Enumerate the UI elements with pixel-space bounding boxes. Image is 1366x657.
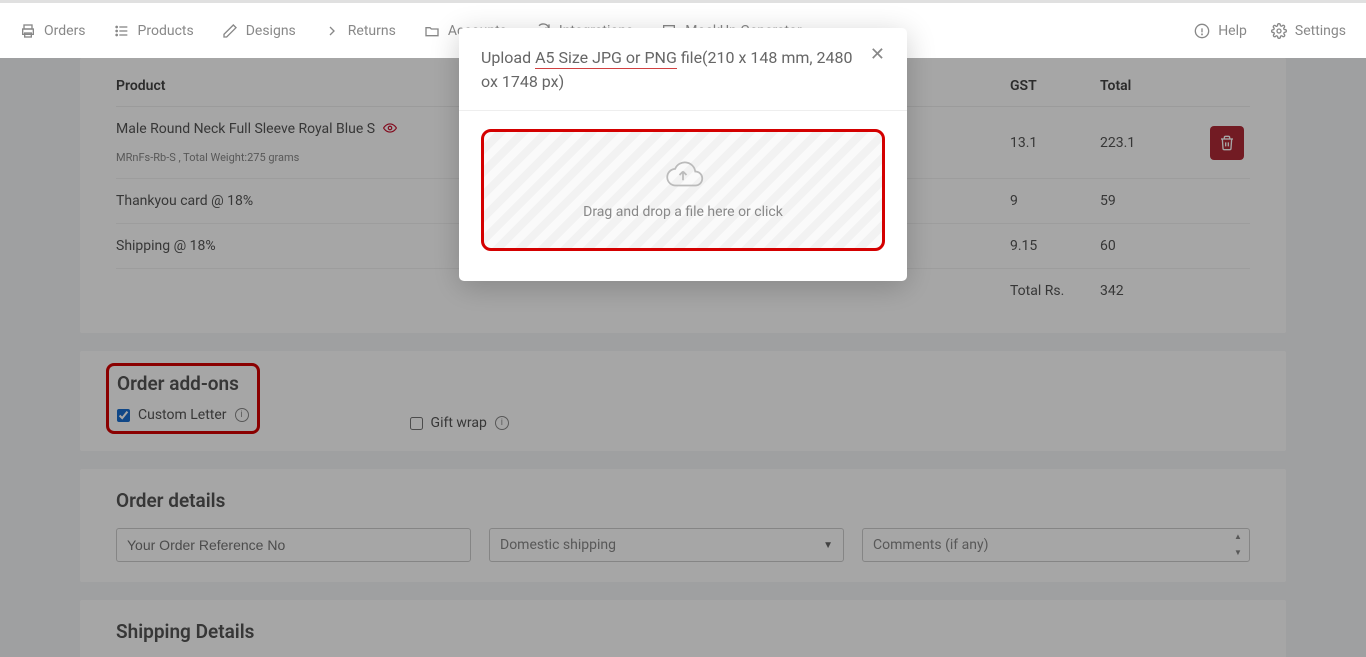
nav-returns[interactable]: Returns bbox=[324, 23, 396, 39]
comments-placeholder: Comments (if any) bbox=[873, 537, 988, 553]
list-icon bbox=[114, 23, 130, 39]
highlight-addons: Order add-ons Custom Letter i bbox=[106, 363, 260, 434]
addons-title: Order add-ons bbox=[117, 372, 249, 395]
cell-gst: 13.1 bbox=[1010, 135, 1100, 151]
header-total: Total bbox=[1100, 78, 1210, 94]
footer-label: Total Rs. bbox=[1010, 283, 1100, 299]
info-icon[interactable]: i bbox=[495, 416, 509, 430]
info-icon[interactable]: i bbox=[235, 408, 249, 422]
cloud-upload-icon bbox=[662, 160, 704, 194]
cell-total: 60 bbox=[1100, 238, 1210, 254]
shipping-panel: Shipping Details bbox=[80, 600, 1286, 657]
nav-label: Designs bbox=[246, 23, 296, 39]
folder-icon bbox=[424, 23, 440, 39]
cell-gst: 9 bbox=[1010, 193, 1100, 209]
chevron-down-icon: ▼ bbox=[823, 540, 833, 551]
nav-label: Orders bbox=[44, 23, 86, 39]
shipping-type-select[interactable]: Domestic shipping ▼ bbox=[489, 528, 844, 562]
header-gst: GST bbox=[1010, 78, 1100, 94]
textarea-resize-handle[interactable]: ▲▼ bbox=[1231, 533, 1245, 557]
chevron-right-icon bbox=[324, 23, 340, 39]
eye-icon[interactable] bbox=[383, 122, 397, 136]
nav-settings[interactable]: Settings bbox=[1271, 23, 1346, 39]
cell-total: 59 bbox=[1100, 193, 1210, 209]
select-value: Domestic shipping bbox=[500, 537, 616, 553]
cell-total: 223.1 bbox=[1100, 135, 1210, 151]
shipping-title: Shipping Details bbox=[116, 620, 1250, 643]
pencil-icon bbox=[222, 23, 238, 39]
custom-letter-checkbox[interactable] bbox=[117, 409, 130, 422]
nav-label: Returns bbox=[348, 23, 396, 39]
modal-close-button[interactable]: ✕ bbox=[870, 46, 885, 64]
order-ref-input[interactable] bbox=[116, 528, 471, 562]
nav-orders[interactable]: Orders bbox=[20, 23, 86, 39]
product-name: Shipping @ 18% bbox=[116, 238, 216, 254]
nav-products[interactable]: Products bbox=[114, 23, 194, 39]
order-details-title: Order details bbox=[116, 489, 1250, 512]
gift-wrap-checkbox[interactable] bbox=[410, 417, 423, 430]
modal-title: Upload A5 Size JPG or PNG file(210 x 148… bbox=[481, 46, 858, 94]
printer-icon bbox=[20, 23, 36, 39]
nav-help[interactable]: Help bbox=[1194, 23, 1247, 39]
upload-modal: Upload A5 Size JPG or PNG file(210 x 148… bbox=[459, 28, 907, 281]
nav-label: Help bbox=[1218, 23, 1247, 39]
trash-icon bbox=[1219, 135, 1235, 151]
gift-wrap-label: Gift wrap bbox=[431, 415, 487, 431]
nav-label: Settings bbox=[1295, 23, 1346, 39]
custom-letter-label: Custom Letter bbox=[138, 407, 227, 423]
addons-panel: Order add-ons Custom Letter i Gift wrap … bbox=[80, 351, 1286, 451]
order-details-panel: Order details Domestic shipping ▼ Commen… bbox=[80, 469, 1286, 582]
help-icon bbox=[1194, 23, 1210, 39]
nav-designs[interactable]: Designs bbox=[222, 23, 296, 39]
dropzone-text: Drag and drop a file here or click bbox=[583, 204, 783, 220]
delete-button[interactable] bbox=[1210, 126, 1244, 160]
footer-total: 342 bbox=[1100, 283, 1210, 299]
product-name: Thankyou card @ 18% bbox=[116, 193, 253, 209]
cell-gst: 9.15 bbox=[1010, 238, 1100, 254]
gear-icon bbox=[1271, 23, 1287, 39]
comments-input[interactable]: Comments (if any) ▲▼ bbox=[862, 528, 1250, 562]
product-name: Male Round Neck Full Sleeve Royal Blue S bbox=[116, 121, 375, 137]
nav-label: Products bbox=[138, 23, 194, 39]
file-dropzone[interactable]: Drag and drop a file here or click bbox=[481, 129, 885, 251]
